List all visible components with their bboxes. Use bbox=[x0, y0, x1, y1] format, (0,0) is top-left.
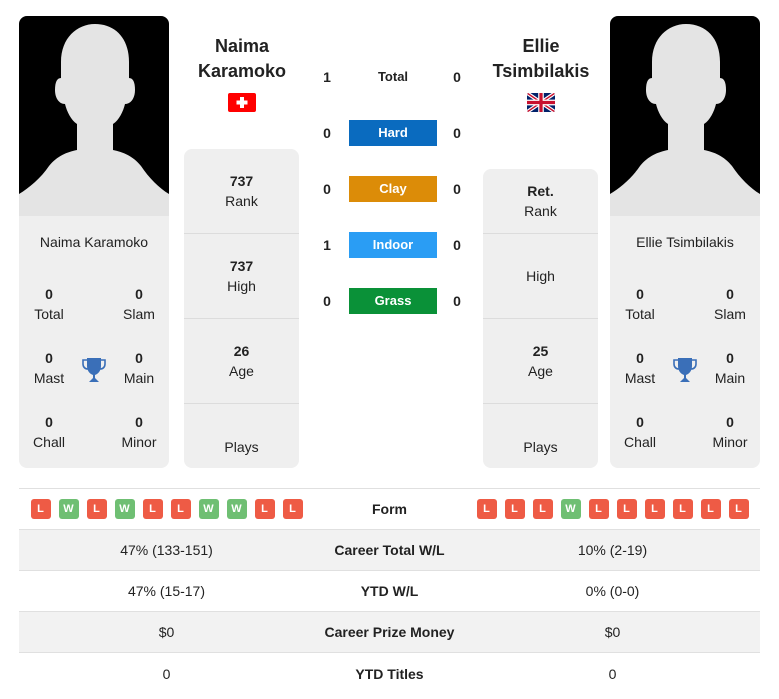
stat-plays: Plays bbox=[224, 438, 259, 455]
form-badge-loss[interactable]: L bbox=[254, 499, 275, 519]
stat-rank: 737 Rank bbox=[184, 149, 299, 234]
titles-chall: 0 Chall bbox=[33, 414, 65, 450]
left-value: 47% (133-151) bbox=[120, 542, 213, 558]
h2h-hard-row: 0 Hard 0 bbox=[310, 120, 470, 146]
player-card-right: Ellie Tsimbilakis 0 Total 0 Slam 0 Mast 0 Ma… bbox=[610, 16, 760, 468]
table-row: 0 YTD Titles 0 bbox=[19, 653, 760, 694]
titles-minor: 0 Minor bbox=[121, 414, 157, 450]
form-badge-loss[interactable]: L bbox=[476, 499, 497, 519]
form-badge-win[interactable]: W bbox=[226, 499, 247, 519]
switzerland-flag-icon bbox=[228, 93, 256, 112]
table-row: 47% (133-151) Career Total W/L 10% (2-19… bbox=[19, 530, 760, 571]
right-value: 0 bbox=[608, 665, 617, 682]
surface-badge-hard[interactable]: Hard bbox=[349, 120, 437, 146]
titles-total: 0 Total bbox=[34, 286, 64, 322]
left-value: 0 bbox=[162, 665, 171, 682]
comparison-table: LWLWLLWWLL Form LLLWLLLLLL 47% (133-151)… bbox=[19, 488, 760, 694]
row-label: YTD Titles bbox=[355, 665, 424, 682]
row-label: Career Total W/L bbox=[334, 542, 445, 558]
titles-mast: 0 Mast bbox=[624, 350, 656, 386]
surface-badge-indoor[interactable]: Indoor bbox=[349, 232, 437, 258]
h2h-grass-row: 0 Grass 0 bbox=[310, 288, 470, 314]
h2h-total-row: 1 Total 0 bbox=[323, 69, 461, 85]
table-row: 47% (15-17) YTD W/L 0% (0-0) bbox=[19, 571, 760, 612]
stats-box-right: Ret. Rank High 25 Age Plays bbox=[483, 169, 598, 468]
form-badge-win[interactable]: W bbox=[114, 499, 135, 519]
player-name-left[interactable]: Naima Karamoko bbox=[19, 234, 169, 250]
form-badge-loss[interactable]: L bbox=[616, 499, 637, 519]
form-badge-loss[interactable]: L bbox=[700, 499, 721, 519]
row-label: Career Prize Money bbox=[324, 624, 455, 640]
titles-main: 0 Main bbox=[123, 350, 155, 386]
player-photo-right[interactable] bbox=[610, 16, 760, 216]
player-heading-left[interactable]: Naima Karamoko bbox=[177, 34, 307, 84]
player-name-right[interactable]: Ellie Tsimbilakis bbox=[610, 234, 760, 250]
form-badge-loss[interactable]: L bbox=[170, 499, 191, 519]
stat-age: 25 Age bbox=[483, 319, 598, 404]
form-row: LWLWLLWWLL Form LLLWLLLLLL bbox=[19, 489, 760, 530]
form-right: LLLWLLLLLL bbox=[465, 499, 760, 519]
form-badge-loss[interactable]: L bbox=[644, 499, 665, 519]
right-value: 0% (0-0) bbox=[585, 583, 640, 599]
titles-slam: 0 Slam bbox=[123, 286, 155, 322]
form-badge-loss[interactable]: L bbox=[142, 499, 163, 519]
form-badge-loss[interactable]: L bbox=[86, 499, 107, 519]
left-value: 47% (15-17) bbox=[127, 583, 206, 599]
titles-grid-left: 0 Total 0 Slam 0 Mast 0 Main 0 Chall 0 Minor bbox=[19, 262, 169, 462]
stat-plays: Plays bbox=[523, 438, 558, 455]
stat-rank: Ret. Rank bbox=[483, 169, 598, 234]
silhouette-icon bbox=[610, 24, 760, 216]
form-badge-loss[interactable]: L bbox=[672, 499, 693, 519]
silhouette-icon bbox=[19, 24, 169, 216]
united-kingdom-flag-icon bbox=[527, 93, 555, 112]
form-badge-loss[interactable]: L bbox=[532, 499, 553, 519]
form-badge-loss[interactable]: L bbox=[728, 499, 749, 519]
form-badge-win[interactable]: W bbox=[560, 499, 581, 519]
form-badge-loss[interactable]: L bbox=[282, 499, 303, 519]
titles-grid-right: 0 Total 0 Slam 0 Mast 0 Main 0 Chall 0 Minor bbox=[610, 262, 760, 462]
form-badge-loss[interactable]: L bbox=[30, 499, 51, 519]
player-heading-right[interactable]: Ellie Tsimbilakis bbox=[476, 34, 606, 84]
row-label: Form bbox=[372, 501, 407, 517]
surface-badge-grass[interactable]: Grass bbox=[349, 288, 437, 314]
stat-age: 26 Age bbox=[184, 319, 299, 404]
form-badge-win[interactable]: W bbox=[198, 499, 219, 519]
form-left: LWLWLLWWLL bbox=[19, 499, 314, 519]
titles-slam: 0 Slam bbox=[714, 286, 746, 322]
form-badge-loss[interactable]: L bbox=[588, 499, 609, 519]
stat-high: 737 High bbox=[184, 234, 299, 319]
titles-mast: 0 Mast bbox=[33, 350, 65, 386]
titles-chall: 0 Chall bbox=[624, 414, 656, 450]
titles-main: 0 Main bbox=[714, 350, 746, 386]
titles-minor: 0 Minor bbox=[712, 414, 748, 450]
left-value: $0 bbox=[158, 624, 175, 640]
h2h-clay-row: 0 Clay 0 bbox=[310, 176, 470, 202]
h2h-indoor-row: 1 Indoor 0 bbox=[310, 232, 470, 258]
table-row: $0 Career Prize Money $0 bbox=[19, 612, 760, 653]
right-value: 10% (2-19) bbox=[577, 542, 648, 558]
player-card-left: Naima Karamoko 0 Total 0 Slam 0 Mast 0 Main … bbox=[19, 16, 169, 468]
surface-badge-clay[interactable]: Clay bbox=[349, 176, 437, 202]
titles-total: 0 Total bbox=[625, 286, 655, 322]
stats-box-left: 737 Rank 737 High 26 Age Plays bbox=[184, 149, 299, 468]
form-badge-win[interactable]: W bbox=[58, 499, 79, 519]
form-badge-loss[interactable]: L bbox=[504, 499, 525, 519]
stat-high: High bbox=[483, 234, 598, 319]
row-label: YTD W/L bbox=[360, 583, 419, 599]
player-photo-left[interactable] bbox=[19, 16, 169, 216]
right-value: $0 bbox=[604, 624, 621, 640]
